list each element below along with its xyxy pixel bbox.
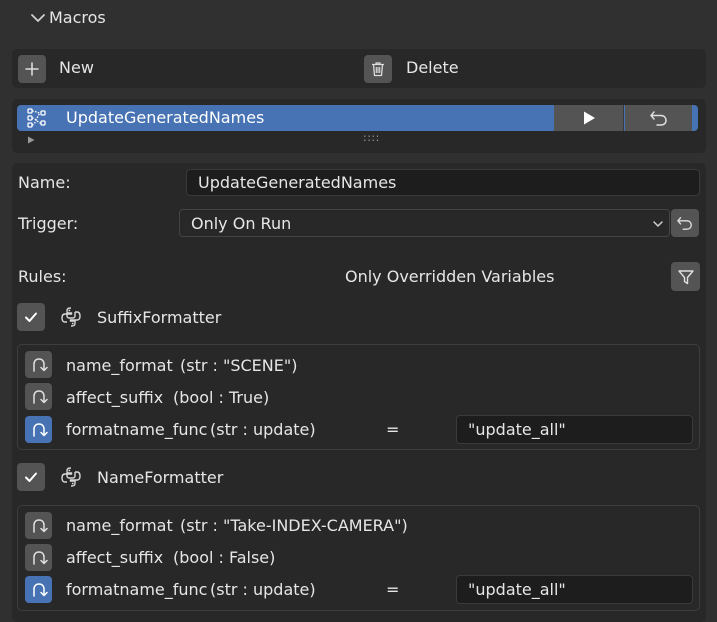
revert-macro-button[interactable] <box>625 105 692 131</box>
name-value: UpdateGeneratedNames <box>198 173 397 192</box>
chevron-down-icon <box>653 221 663 227</box>
rule-enabled-checkbox-nameformatter[interactable] <box>17 463 45 491</box>
override-arrow-icon <box>32 550 48 565</box>
rule-name-suffixformatter: SuffixFormatter <box>97 308 222 327</box>
macro-list-item-label[interactable]: UpdateGeneratedNames <box>66 108 264 128</box>
delete-button[interactable] <box>364 55 392 83</box>
delete-label[interactable]: Delete <box>406 58 459 78</box>
trigger-value: Only On Run <box>191 214 292 233</box>
node-tree-icon <box>27 108 46 128</box>
rule-enabled-checkbox-suffixformatter[interactable] <box>17 303 45 331</box>
expand-triangle-icon[interactable] <box>26 135 36 145</box>
python-icon <box>61 307 81 327</box>
reset-trigger-button[interactable] <box>671 209 699 237</box>
override-toggle-affect-suffix[interactable] <box>25 544 52 571</box>
var-type: (str : update) <box>210 420 316 439</box>
var-value: "update_all" <box>468 580 566 599</box>
list-resize-grip[interactable]: :::: <box>363 131 380 145</box>
var-name: name_format <box>66 356 173 375</box>
name-field[interactable]: UpdateGeneratedNames <box>186 169 700 196</box>
new-button[interactable] <box>18 55 46 83</box>
checkmark-icon <box>25 472 37 482</box>
chevron-down-icon <box>31 14 45 22</box>
equals-sign: = <box>386 420 400 439</box>
python-icon <box>61 467 81 487</box>
var-name: name_format <box>66 516 173 535</box>
override-arrow-icon <box>32 422 48 437</box>
run-macro-button[interactable] <box>554 105 624 131</box>
new-label[interactable]: New <box>59 58 94 78</box>
var-name: affect_suffix <box>66 388 164 407</box>
filter-icon <box>677 269 694 284</box>
var-type: (bool : True) <box>173 388 270 407</box>
undo-icon <box>649 111 667 126</box>
override-arrow-icon <box>32 389 48 404</box>
var-name: affect_suffix <box>66 548 164 567</box>
override-toggle-name-format[interactable] <box>25 512 52 539</box>
rules-filter-text: Only Overridden Variables <box>345 267 555 286</box>
panel-title: Macros <box>49 8 106 27</box>
trigger-dropdown[interactable]: Only On Run <box>179 209 670 237</box>
var-type: (str : "Take-INDEX-CAMERA") <box>180 516 408 535</box>
override-arrow-icon <box>32 357 48 372</box>
plus-icon <box>25 62 39 76</box>
var-type: (bool : False) <box>173 548 276 567</box>
var-name: formatname_func <box>66 420 208 439</box>
override-toggle-formatname-func[interactable] <box>25 416 52 443</box>
rule-name-nameformatter: NameFormatter <box>97 468 224 487</box>
var-type: (str : update) <box>210 580 316 599</box>
override-arrow-icon <box>32 518 48 533</box>
filter-rules-button[interactable] <box>671 262 700 291</box>
var-name: formatname_func <box>66 580 208 599</box>
macros-panel-header[interactable]: Macros <box>0 0 717 36</box>
var-type: (str : "SCENE") <box>180 356 298 375</box>
name-label: Name: <box>18 173 71 192</box>
undo-icon <box>677 217 692 230</box>
play-icon <box>583 111 595 125</box>
override-toggle-name-format[interactable] <box>25 351 52 378</box>
var-value-field[interactable]: "update_all" <box>456 415 693 444</box>
var-value-field[interactable]: "update_all" <box>456 575 693 604</box>
override-arrow-icon <box>32 582 48 597</box>
toolbar <box>12 49 706 88</box>
rules-label: Rules: <box>18 267 67 286</box>
override-toggle-affect-suffix[interactable] <box>25 383 52 410</box>
trigger-label: Trigger: <box>18 214 79 233</box>
equals-sign: = <box>386 580 400 599</box>
var-value: "update_all" <box>468 420 566 439</box>
checkmark-icon <box>25 312 37 322</box>
trash-icon <box>372 62 384 77</box>
override-toggle-formatname-func[interactable] <box>25 576 52 603</box>
